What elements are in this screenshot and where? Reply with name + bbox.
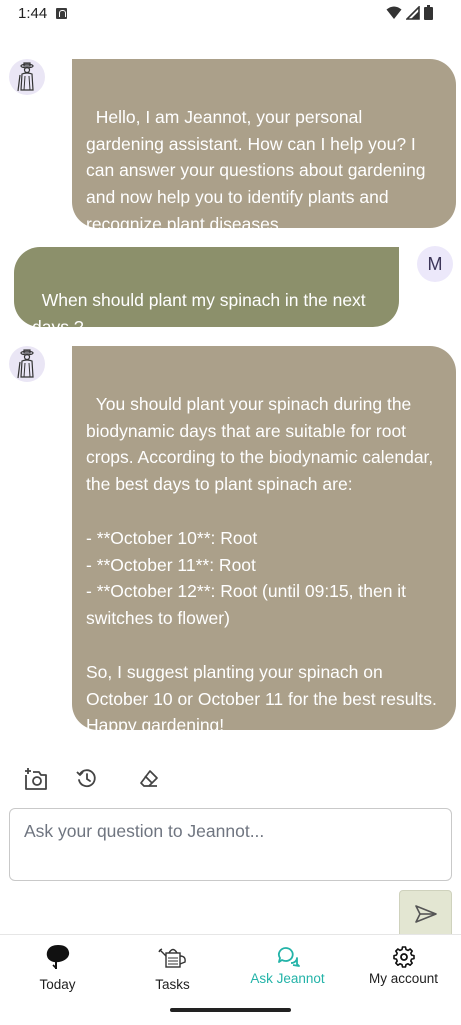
- nav-ask-jeannot[interactable]: Ask Jeannot: [230, 935, 345, 1005]
- history-icon: [76, 769, 96, 788]
- user-message-text: When should plant my spinach in the next…: [32, 289, 371, 337]
- send-icon: [414, 905, 437, 923]
- eraser-icon: [140, 770, 158, 787]
- bot-message: You should plant your spinach during the…: [72, 346, 456, 735]
- nav-today[interactable]: Today: [0, 935, 115, 1005]
- clear-chat-button[interactable]: [134, 764, 164, 794]
- nav-ask-icon-wrap: [230, 943, 345, 971]
- add-photo-icon: [25, 768, 47, 790]
- bot-message-text: Hello, I am Jeannot, your personal garde…: [86, 106, 431, 234]
- bot-avatar: [9, 346, 45, 382]
- status-time: 1:44: [18, 5, 48, 22]
- nav-tasks-icon-wrap: [115, 943, 230, 971]
- system-icons: [386, 5, 433, 20]
- nav-tasks-label: Tasks: [155, 977, 190, 992]
- bot-avatar: [9, 59, 45, 95]
- bot-message-text: You should plant your spinach during the…: [86, 393, 437, 736]
- user-avatar: M: [417, 246, 453, 282]
- nav-account-icon-wrap: [346, 943, 461, 971]
- wifi-icon: [386, 6, 402, 19]
- leaf-icon: [46, 945, 69, 969]
- user-message: When should plant my spinach in the next…: [14, 247, 399, 337]
- question-input-placeholder: Ask your question to Jeannot...: [24, 821, 265, 841]
- user-avatar-letter: M: [427, 253, 443, 274]
- bot-message: Hello, I am Jeannot, your personal garde…: [72, 59, 456, 234]
- nav-today-icon-wrap: [0, 943, 115, 971]
- nav-my-account[interactable]: My account: [346, 935, 461, 1005]
- nav-tasks[interactable]: Tasks: [115, 935, 230, 1005]
- gardener-icon: [17, 349, 34, 379]
- nav-account-label: My account: [368, 971, 439, 986]
- nav-ask-label: Ask Jeannot: [250, 971, 325, 986]
- battery-icon: [424, 5, 433, 20]
- gardener-icon: [17, 62, 34, 92]
- question-input[interactable]: Ask your question to Jeannot...: [9, 808, 452, 881]
- send-button[interactable]: [399, 890, 452, 938]
- signal-icon: [406, 5, 420, 20]
- chat-icon: [277, 947, 300, 967]
- add-photo-button[interactable]: [21, 764, 51, 794]
- status-bar: 1:44: [0, 0, 461, 28]
- watering-can-icon: [157, 948, 186, 968]
- notification-icon: [56, 8, 67, 19]
- history-button[interactable]: [72, 764, 102, 794]
- gear-icon: [392, 946, 415, 968]
- nav-today-label: Today: [39, 977, 76, 992]
- home-indicator: [170, 1008, 291, 1012]
